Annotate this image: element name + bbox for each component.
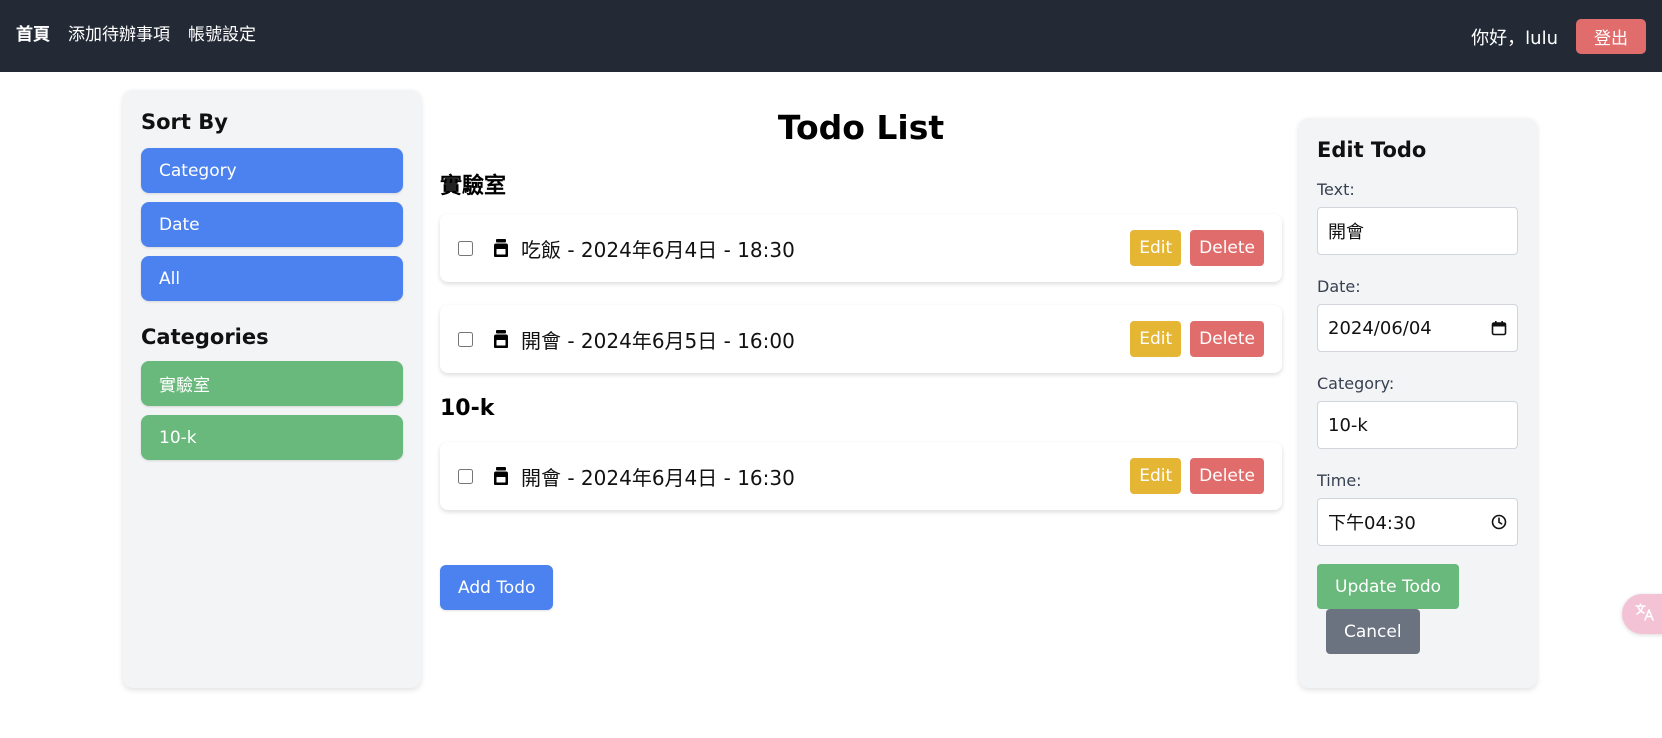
category-filter-10k-button[interactable]: 10-k [141, 415, 403, 460]
nav-link-account-settings[interactable]: 帳號設定 [188, 20, 256, 45]
category-input-value: 10-k [1328, 414, 1368, 436]
nav-links: 首頁 添加待辦事項 帳號設定 [16, 20, 256, 45]
sort-by-heading: Sort By [141, 110, 228, 134]
jar-icon [491, 466, 511, 486]
todo-checkbox[interactable] [458, 468, 473, 484]
time-input[interactable]: 下午04:30 [1317, 498, 1518, 546]
sort-by-date-button[interactable]: Date [141, 202, 403, 247]
jar-icon [491, 238, 511, 258]
todo-text: 開會 - 2024年6月5日 - 16:00 [521, 328, 795, 353]
date-input-value: 2024/06/04 [1328, 317, 1432, 339]
jar-icon [491, 329, 511, 349]
edit-todo-panel: Edit Todo Text: 開會 Date: 2024/06/04 Cate… [1299, 118, 1537, 688]
nav-link-add-todo[interactable]: 添加待辦事項 [68, 20, 170, 45]
nav-link-home[interactable]: 首頁 [16, 20, 50, 45]
time-input-value: 下午04:30 [1328, 513, 1416, 534]
categories-heading: Categories [141, 325, 269, 349]
todo-actions: Edit Delete [1130, 230, 1264, 266]
delete-todo-button[interactable]: Delete [1190, 458, 1264, 494]
category-input[interactable]: 10-k [1317, 401, 1518, 449]
cancel-edit-button[interactable]: Cancel [1326, 609, 1420, 654]
sort-all-button[interactable]: All [141, 256, 403, 301]
todo-item: 吃飯 - 2024年6月4日 - 18:30 Edit Delete [440, 214, 1282, 282]
todo-checkbox[interactable] [458, 331, 473, 347]
todo-actions: Edit Delete [1130, 458, 1264, 494]
top-navbar: 首頁 添加待辦事項 帳號設定 你好，lulu 登出 [0, 0, 1662, 72]
edit-todo-button[interactable]: Edit [1130, 458, 1182, 494]
sort-by-category-button[interactable]: Category [141, 148, 403, 193]
edit-todo-button[interactable]: Edit [1130, 230, 1182, 266]
user-greeting: 你好，lulu [1471, 27, 1558, 49]
todo-checkbox[interactable] [458, 240, 473, 256]
sidebar: Sort By Category Date All Categories 實驗室… [123, 90, 421, 688]
logout-button[interactable]: 登出 [1576, 19, 1646, 54]
text-input[interactable]: 開會 [1317, 207, 1518, 255]
translate-icon [1634, 601, 1656, 627]
page-title: Todo List [777, 108, 945, 147]
todo-actions: Edit Delete [1130, 321, 1264, 357]
clock-icon[interactable] [1491, 514, 1507, 530]
nav-user-area: 你好，lulu 登出 [1471, 19, 1646, 54]
text-field-label: Text: [1317, 180, 1355, 199]
group-title: 實驗室 [440, 174, 507, 199]
todo-main: Todo List 實驗室 吃飯 - 2024年6月4日 - 18:30 Edi… [440, 90, 1282, 610]
calendar-icon[interactable] [1491, 320, 1507, 336]
update-todo-button[interactable]: Update Todo [1317, 564, 1460, 609]
todo-item: 開會 - 2024年6月5日 - 16:00 Edit Delete [440, 305, 1282, 373]
edit-todo-button[interactable]: Edit [1130, 321, 1182, 357]
todo-item: 開會 - 2024年6月4日 - 16:30 Edit Delete [440, 442, 1282, 510]
todo-text: 開會 - 2024年6月4日 - 16:30 [521, 465, 795, 490]
delete-todo-button[interactable]: Delete [1190, 321, 1264, 357]
group-title: 10-k [440, 396, 495, 421]
add-todo-button[interactable]: Add Todo [440, 565, 554, 610]
text-input-value: 開會 [1328, 222, 1364, 243]
date-field-label: Date: [1317, 277, 1361, 296]
todo-text: 吃飯 - 2024年6月4日 - 18:30 [521, 237, 795, 262]
edit-todo-heading: Edit Todo [1317, 138, 1427, 162]
delete-todo-button[interactable]: Delete [1190, 230, 1264, 266]
date-input[interactable]: 2024/06/04 [1317, 304, 1518, 352]
time-field-label: Time: [1317, 471, 1362, 490]
category-filter-lab-button[interactable]: 實驗室 [141, 361, 403, 406]
translate-widget[interactable] [1622, 594, 1662, 634]
category-field-label: Category: [1317, 374, 1395, 393]
